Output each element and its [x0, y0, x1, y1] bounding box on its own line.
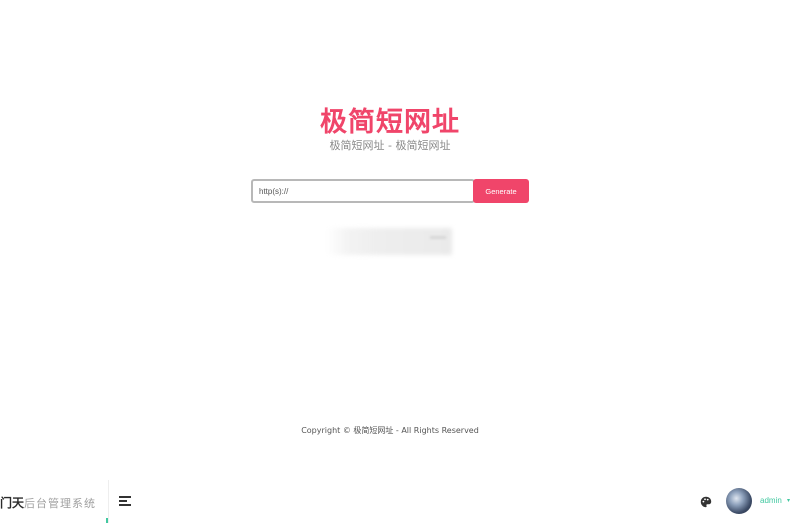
admin-bar: 门天 后台管理系统 admin ▾ [0, 480, 808, 523]
site-subtitle: 极简短网址 - 极简短网址 [329, 139, 451, 152]
hamburger-menu-icon[interactable] [119, 495, 131, 507]
palette-icon[interactable] [700, 495, 712, 508]
user-avatar[interactable] [726, 488, 752, 514]
logo-text: 门天 [0, 496, 25, 510]
blurred-result-mark [430, 236, 446, 239]
page: 极简短网址 极简短网址 - 极简短网址 Generate Copyright ©… [0, 0, 808, 523]
copyright-text: Copyright © 极简短网址 - All Rights Reserved [301, 426, 479, 435]
url-input[interactable] [251, 179, 475, 203]
blurred-result-shade [326, 228, 452, 255]
user-name[interactable]: admin [760, 496, 782, 505]
blurred-result [326, 228, 452, 255]
admin-logo[interactable]: 门天 后台管理系统 [0, 480, 109, 523]
generate-button[interactable]: Generate [473, 179, 529, 203]
logo-subtitle: 后台管理系统 [24, 497, 96, 510]
site-title: 极简短网址 [320, 107, 460, 138]
active-indicator [106, 518, 108, 523]
caret-down-icon[interactable]: ▾ [787, 497, 790, 504]
